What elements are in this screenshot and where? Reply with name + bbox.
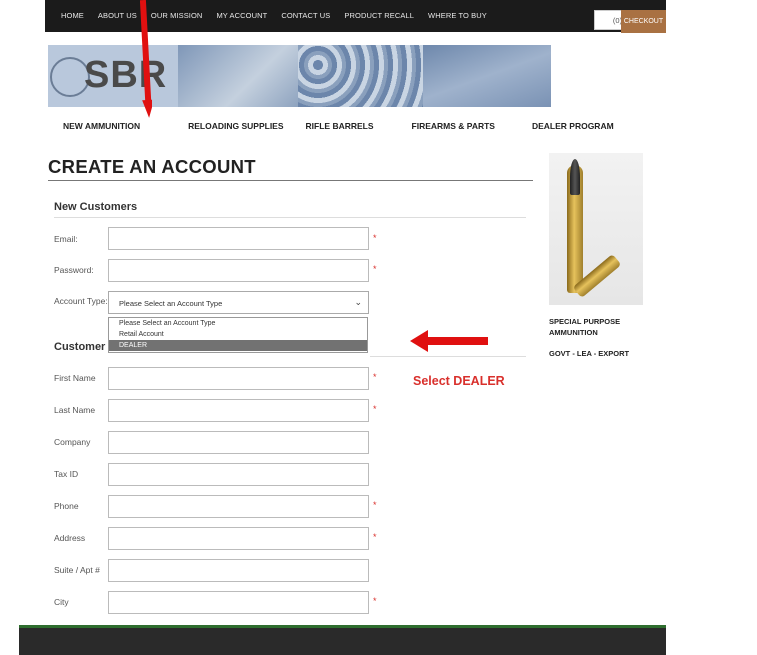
city-field[interactable] bbox=[108, 591, 369, 614]
required-marker: * bbox=[373, 404, 377, 414]
nav-firearms-parts[interactable]: FIREARMS & PARTS bbox=[412, 121, 495, 131]
chevron-down-icon: ⌄ bbox=[354, 297, 362, 307]
bullet-image bbox=[567, 159, 583, 293]
title-divider bbox=[48, 180, 533, 181]
address-field[interactable] bbox=[108, 527, 369, 550]
account-type-label: Account Type: bbox=[54, 296, 108, 306]
new-customers-divider bbox=[54, 217, 526, 218]
topnav-contact-us[interactable]: CONTACT US bbox=[281, 11, 330, 20]
suite-field[interactable] bbox=[108, 559, 369, 582]
banner-photo-ammunition bbox=[298, 45, 423, 107]
email-field[interactable] bbox=[108, 227, 369, 250]
annotation-arrow-left bbox=[410, 330, 488, 352]
last-name-label: Last Name bbox=[54, 405, 96, 415]
logo[interactable]: SBR bbox=[48, 45, 188, 107]
footer bbox=[19, 625, 666, 655]
topnav-product-recall[interactable]: PRODUCT RECALL bbox=[344, 11, 414, 20]
company-label: Company bbox=[54, 437, 91, 447]
nav-rifle-barrels[interactable]: RIFLE BARRELS bbox=[306, 121, 374, 131]
option-retail-account[interactable]: Retail Account bbox=[109, 329, 367, 340]
email-label: Email: bbox=[54, 234, 78, 244]
nav-dealer-program[interactable]: DEALER PROGRAM bbox=[532, 121, 614, 131]
account-type-select[interactable]: Please Select an Account Type ⌄ bbox=[108, 291, 369, 314]
top-bar: HOME ABOUT US OUR MISSION MY ACCOUNT CON… bbox=[45, 0, 666, 32]
customer-divider bbox=[370, 356, 526, 357]
annotation-arrow-down bbox=[140, 0, 152, 118]
main-nav: NEW AMMUNITION RELOADING SUPPLIES RIFLE … bbox=[63, 121, 614, 131]
account-type-value: Please Select an Account Type bbox=[119, 299, 223, 308]
password-field[interactable] bbox=[108, 259, 369, 282]
nav-reloading-supplies[interactable]: RELOADING SUPPLIES bbox=[188, 121, 283, 131]
topnav-my-account[interactable]: MY ACCOUNT bbox=[216, 11, 267, 20]
account-type-dropdown: Please Select an Account Type Retail Acc… bbox=[108, 317, 368, 353]
city-label: City bbox=[54, 597, 69, 607]
phone-field[interactable] bbox=[108, 495, 369, 518]
tax-id-label: Tax ID bbox=[54, 469, 79, 479]
annotation-select-dealer: Select DEALER bbox=[413, 374, 505, 388]
tax-id-field[interactable] bbox=[108, 463, 369, 486]
topnav-home[interactable]: HOME bbox=[61, 11, 84, 20]
required-marker: * bbox=[373, 596, 377, 606]
topnav-about-us[interactable]: ABOUT US bbox=[98, 11, 137, 20]
banner-photo-rifleman bbox=[423, 45, 551, 107]
option-please-select[interactable]: Please Select an Account Type bbox=[109, 318, 367, 329]
customer-heading: Customer bbox=[54, 341, 106, 353]
phone-label: Phone bbox=[54, 501, 79, 511]
topnav-where-to-buy[interactable]: WHERE TO BUY bbox=[428, 11, 487, 20]
required-marker: * bbox=[373, 500, 377, 510]
required-marker: * bbox=[373, 532, 377, 542]
last-name-field[interactable] bbox=[108, 399, 369, 422]
top-nav: HOME ABOUT US OUR MISSION MY ACCOUNT CON… bbox=[61, 11, 501, 20]
option-dealer[interactable]: DEALER bbox=[109, 340, 367, 351]
checkout-button[interactable]: CHECKOUT bbox=[621, 10, 666, 33]
first-name-field[interactable] bbox=[108, 367, 369, 390]
topnav-our-mission[interactable]: OUR MISSION bbox=[151, 11, 203, 20]
suite-label: Suite / Apt # bbox=[54, 565, 100, 575]
company-field[interactable] bbox=[108, 431, 369, 454]
password-label: Password: bbox=[54, 265, 94, 275]
promo-line-3: GOVT - LEA - EXPORT bbox=[549, 349, 630, 358]
nav-new-ammunition[interactable]: NEW AMMUNITION bbox=[63, 121, 140, 131]
first-name-label: First Name bbox=[54, 373, 96, 383]
banner-photo-soldier bbox=[178, 45, 409, 107]
promo-line-1: SPECIAL PURPOSE bbox=[549, 317, 621, 326]
required-marker: * bbox=[373, 233, 377, 243]
promo-line-2: AMMUNITION bbox=[549, 328, 598, 337]
header-banner: SBR bbox=[48, 45, 551, 107]
required-marker: * bbox=[373, 372, 377, 382]
required-marker: * bbox=[373, 264, 377, 274]
address-label: Address bbox=[54, 533, 86, 543]
logo-text: SBR bbox=[84, 54, 168, 96]
page-title: CREATE AN ACCOUNT bbox=[48, 156, 256, 177]
new-customers-heading: New Customers bbox=[54, 201, 138, 213]
